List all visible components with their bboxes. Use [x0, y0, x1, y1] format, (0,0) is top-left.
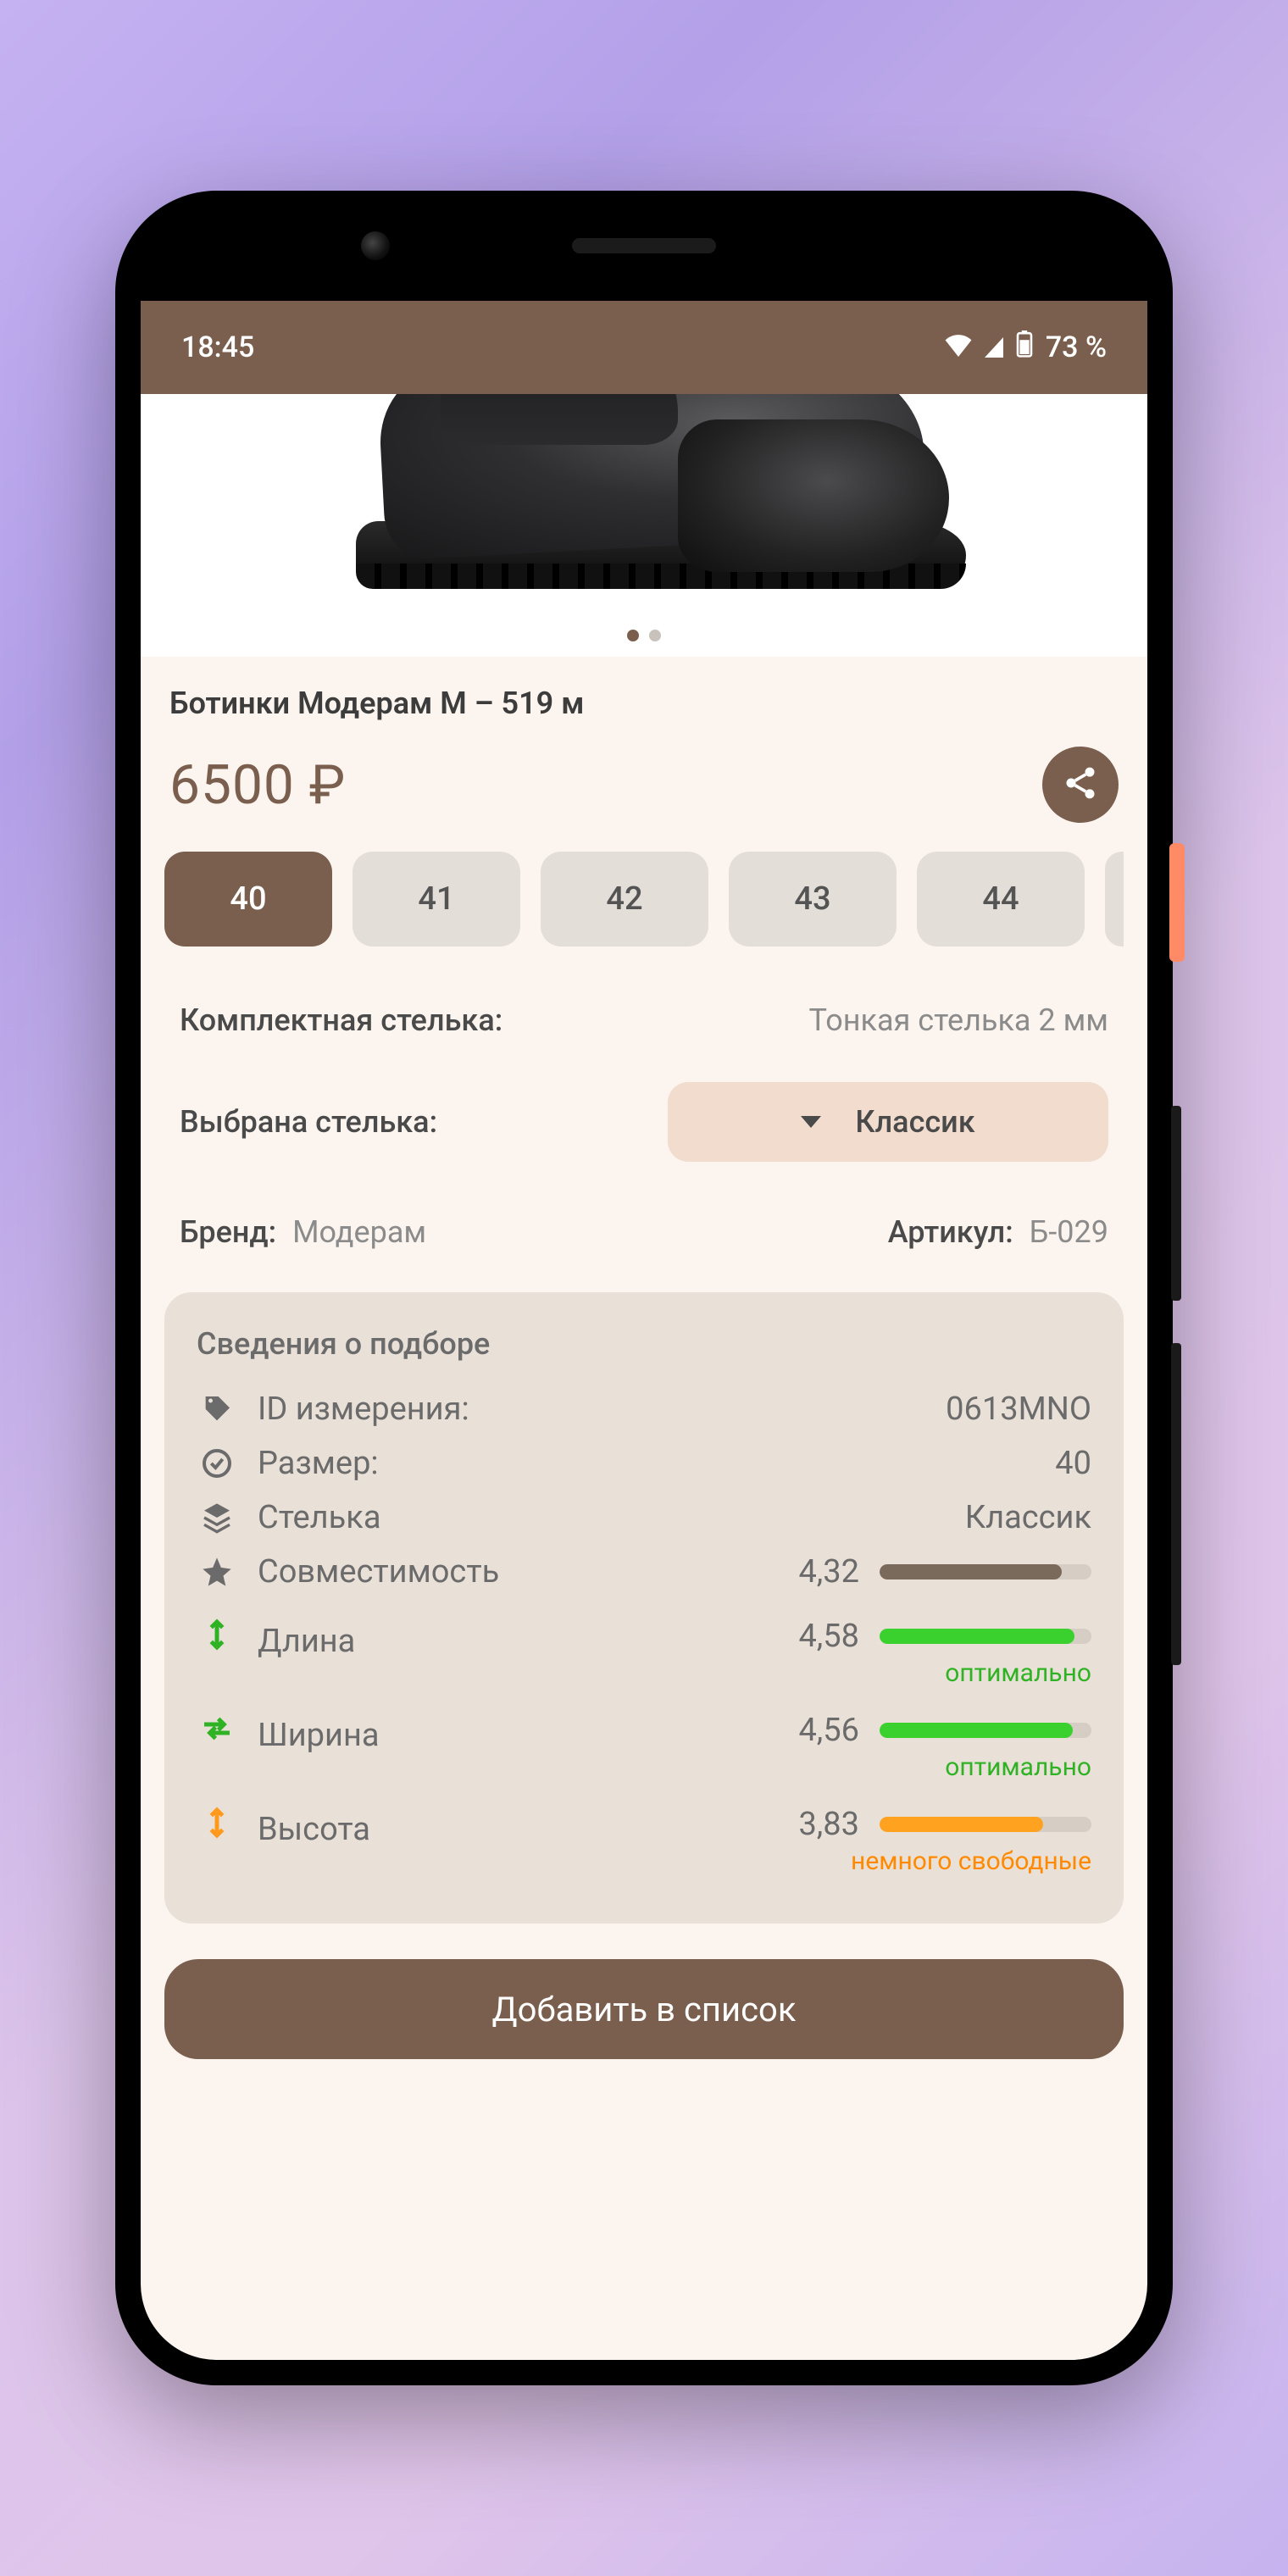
fit-card-title: Сведения о подборе: [197, 1326, 1091, 1362]
fit-height-value: 3,83: [766, 1806, 859, 1843]
status-bar: 18:45 73 %: [141, 301, 1147, 394]
article-value: Б-029: [1030, 1214, 1108, 1250]
insole-dropdown[interactable]: Классик: [668, 1082, 1108, 1162]
earpiece-speaker: [572, 238, 716, 253]
fit-height-note: немного свободные: [851, 1846, 1091, 1876]
fit-length-label: Длина: [258, 1618, 746, 1660]
arrows-vertical-icon: [197, 1618, 237, 1652]
volume-button: [1171, 1343, 1181, 1665]
size-option-43[interactable]: 43: [729, 852, 897, 947]
arrows-horizontal-icon: [197, 1712, 237, 1746]
article-label: Артикул:: [888, 1214, 1013, 1250]
fit-compat-bar: [880, 1564, 1091, 1579]
included-insole-value: Тонкая стелька 2 мм: [809, 1002, 1109, 1038]
included-insole-label: Комплектная стелька:: [180, 1002, 502, 1038]
layers-icon: [197, 1501, 237, 1535]
page-dot-1[interactable]: [627, 630, 639, 641]
share-icon: [1062, 764, 1099, 805]
fit-length-bar: [880, 1629, 1091, 1644]
fit-details-card: Сведения о подборе ID измерения: 0613MNO…: [164, 1292, 1124, 1924]
fit-width-value: 4,56: [766, 1712, 859, 1749]
signal-icon: [985, 337, 1003, 358]
fit-insole-label: Стелька: [258, 1499, 945, 1536]
fit-height-bar: [880, 1817, 1091, 1832]
image-pagination: [627, 630, 661, 641]
status-right: 73 %: [944, 330, 1107, 365]
fit-compat-value: 4,32: [766, 1553, 859, 1591]
fit-compat-label: Совместимость: [258, 1553, 746, 1591]
battery-icon: [1015, 330, 1034, 365]
fit-size-value: 40: [1055, 1445, 1091, 1482]
check-circle-icon: [197, 1446, 237, 1480]
phone-bezel: [115, 191, 1173, 301]
fit-insole-value: Классик: [965, 1499, 1091, 1536]
fit-length-note: оптимально: [945, 1658, 1091, 1688]
fit-width-bar: [880, 1723, 1091, 1738]
phone-frame: 18:45 73 %: [115, 191, 1173, 2385]
size-option-40[interactable]: 40: [164, 852, 332, 947]
add-to-list-button[interactable]: Добавить в список: [164, 1959, 1124, 2059]
fit-height-label: Высота: [258, 1806, 746, 1848]
power-button: [1171, 1106, 1181, 1301]
wifi-icon: [944, 330, 973, 364]
star-icon: [197, 1555, 237, 1589]
product-image-area[interactable]: [141, 394, 1147, 657]
front-camera: [361, 231, 390, 260]
product-image: [322, 394, 966, 597]
share-button[interactable]: [1042, 747, 1119, 823]
fit-id-value: 0613MNO: [946, 1391, 1091, 1428]
screen: 18:45 73 %: [141, 301, 1147, 2360]
product-title: Ботинки Модерам М – 519 м: [164, 657, 1124, 747]
size-selector: 40 41 42 43 44: [164, 852, 1124, 980]
brand-value: Модерам: [292, 1214, 426, 1250]
product-price: 6500 ₽: [169, 753, 346, 817]
status-time: 18:45: [181, 330, 254, 364]
selected-insole-label: Выбрана стелька:: [180, 1104, 437, 1140]
fit-id-label: ID измерения:: [258, 1391, 925, 1428]
size-option-42[interactable]: 42: [541, 852, 708, 947]
brand-field: Бренд: Модерам: [180, 1214, 426, 1250]
size-option-41[interactable]: 41: [353, 852, 520, 947]
size-option-more[interactable]: [1105, 852, 1124, 947]
fit-size-label: Размер:: [258, 1445, 1035, 1482]
insole-dropdown-value: Классик: [855, 1104, 974, 1140]
chevron-down-icon: [801, 1116, 821, 1128]
size-option-44[interactable]: 44: [917, 852, 1085, 947]
status-battery-text: 73 %: [1046, 330, 1107, 364]
fit-width-note: оптимально: [945, 1752, 1091, 1782]
side-accent-button: [1169, 843, 1185, 962]
arrows-height-icon: [197, 1806, 237, 1840]
fit-length-value: 4,58: [766, 1618, 859, 1655]
tag-icon: [197, 1392, 237, 1426]
page-dot-2[interactable]: [649, 630, 661, 641]
article-field: Артикул: Б-029: [888, 1214, 1108, 1250]
brand-label: Бренд:: [180, 1214, 276, 1250]
fit-width-label: Ширина: [258, 1712, 746, 1754]
